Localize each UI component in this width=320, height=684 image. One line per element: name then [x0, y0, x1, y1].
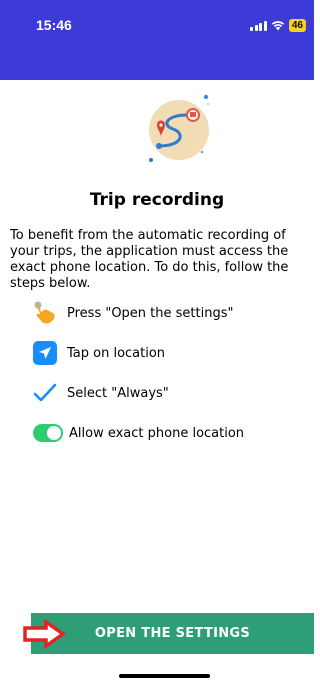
step-label: Select "Always"	[67, 385, 169, 401]
pointing-hand-icon	[33, 301, 57, 325]
step-label: Allow exact phone location	[69, 425, 245, 441]
step-exact-location: Allow exact phone location	[33, 421, 313, 445]
app-header: 15:46 46	[0, 0, 314, 80]
checkmark-icon	[33, 381, 57, 405]
open-settings-button[interactable]: OPEN THE SETTINGS	[31, 613, 314, 654]
trip-route-illustration	[149, 94, 210, 162]
step-tap-location: Tap on location	[33, 341, 313, 365]
open-settings-label: OPEN THE SETTINGS	[94, 626, 251, 641]
wifi-icon	[271, 21, 285, 31]
status-icons: 46	[250, 19, 306, 32]
toggle-on-icon	[33, 421, 63, 445]
status-time: 15:46	[36, 17, 72, 33]
battery-icon: 46	[288, 19, 306, 32]
home-indicator	[119, 674, 210, 678]
intro-text: To benefit from the automatic recording …	[10, 228, 289, 291]
step-label: Press "Open the settings"	[67, 305, 234, 321]
step-select-always: Select "Always"	[33, 381, 313, 405]
step-open-settings: Press "Open the settings"	[33, 301, 313, 325]
red-arrow-icon	[23, 619, 67, 649]
step-label: Tap on location	[67, 345, 166, 361]
location-arrow-icon	[33, 341, 57, 365]
page-title: Trip recording	[89, 190, 225, 210]
signal-icon	[250, 20, 267, 31]
